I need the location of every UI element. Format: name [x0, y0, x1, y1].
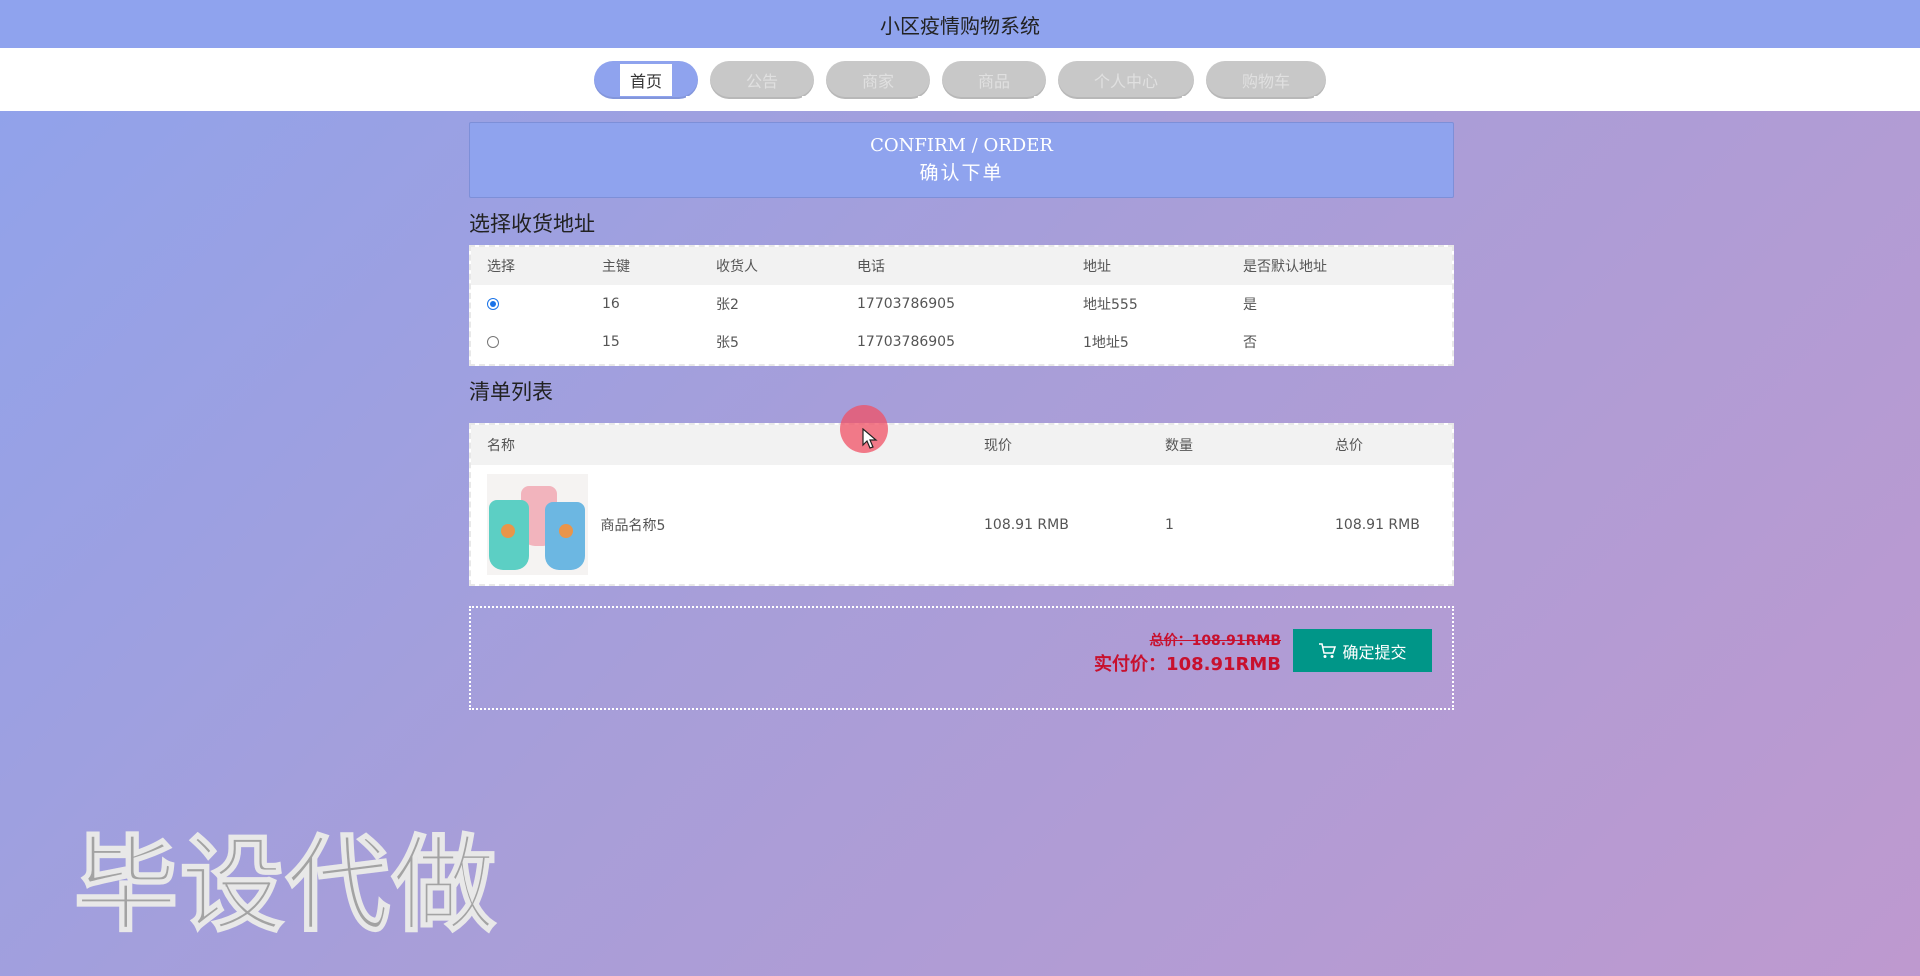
nav-item-home[interactable]: 首页: [594, 60, 698, 99]
column-header: 现价: [968, 425, 1149, 465]
column-header: 收货人: [700, 247, 841, 285]
address-radio-selected[interactable]: [487, 298, 499, 310]
nav-item-merchant[interactable]: 商家: [826, 60, 930, 99]
address-text: 地址555: [1083, 297, 1138, 313]
app-title: 小区疫情购物系统: [880, 13, 1040, 38]
product-qty: 1: [1165, 516, 1174, 533]
address-id: 15: [602, 334, 620, 350]
page-title-cn: 确认下单: [919, 162, 1004, 184]
column-header: 选择: [471, 247, 586, 285]
nav-indicator: [802, 95, 806, 98]
table-header-row: 选择 主键 收货人 电话 地址 是否默认地址: [471, 247, 1452, 285]
column-header: 数量: [1149, 425, 1319, 465]
product-name: 商品名称5: [600, 517, 666, 534]
submit-order-button[interactable]: 确定提交: [1293, 629, 1432, 672]
product-image[interactable]: [487, 474, 588, 575]
items-table: 名称 现价 数量 总价 商品名称5 108.91 RMB 1 108.91 RM…: [469, 423, 1454, 586]
column-header: 名称: [471, 425, 968, 465]
address-section-title: 选择收货地址: [469, 212, 595, 236]
nav-indicator: [918, 95, 922, 98]
address-text: 1地址5: [1083, 335, 1129, 351]
submit-order-label: 确定提交: [1342, 642, 1407, 662]
address-default: 否: [1243, 335, 1257, 351]
page-title-en: CONFIRM / ORDER: [870, 135, 1053, 156]
items-section-title: 清单列表: [469, 380, 553, 404]
top-bar: 小区疫情购物系统: [0, 0, 1920, 48]
table-row: 商品名称5 108.91 RMB 1 108.91 RMB: [471, 465, 1452, 584]
cursor-icon: [862, 428, 878, 449]
column-header: 地址: [1067, 247, 1227, 285]
nav-item-cart[interactable]: 购物车: [1206, 60, 1326, 99]
table-header-row: 名称 现价 数量 总价: [471, 425, 1452, 465]
table-row[interactable]: 15 张5 17703786905 1地址5 否: [471, 323, 1452, 361]
order-summary: 总价：108.91RMB 实付价：108.91RMB 确定提交: [469, 606, 1454, 710]
nav-item-label: 购物车: [1231, 63, 1300, 96]
address-name: 张2: [716, 297, 739, 313]
column-header: 是否默认地址: [1227, 247, 1452, 285]
product-price: 108.91 RMB: [984, 516, 1069, 533]
nav-item-label: 商家: [851, 63, 904, 96]
nav-indicator: [1034, 95, 1038, 98]
main-nav: 首页 公告 商家 商品 个人中心 购物车: [0, 48, 1920, 111]
address-phone: 17703786905: [857, 296, 955, 312]
nav-item-label: 首页: [619, 63, 672, 96]
product-total: 108.91 RMB: [1335, 516, 1420, 533]
nav-indicator: [686, 95, 690, 98]
nav-item-label: 商品: [967, 63, 1020, 96]
address-id: 16: [602, 296, 620, 312]
cart-icon: [1319, 642, 1337, 658]
nav-item-label: 公告: [735, 63, 788, 96]
address-name: 张5: [716, 335, 739, 351]
column-header: 总价: [1319, 425, 1452, 465]
address-table: 选择 主键 收货人 电话 地址 是否默认地址 16 张2 17703786905…: [469, 245, 1454, 366]
address-default: 是: [1243, 297, 1257, 313]
watermark: 毕设代做: [73, 823, 499, 947]
table-row[interactable]: 16 张2 17703786905 地址555 是: [471, 285, 1452, 323]
address-radio[interactable]: [487, 336, 499, 348]
nav-item-profile[interactable]: 个人中心: [1058, 60, 1194, 99]
nav-indicator: [1182, 95, 1186, 98]
actual-price: 实付价：108.91RMB: [1094, 654, 1281, 675]
nav-indicator: [1314, 95, 1318, 98]
column-header: 主键: [586, 247, 700, 285]
nav-item-goods[interactable]: 商品: [942, 60, 1046, 99]
column-header: 电话: [841, 247, 1067, 285]
page-header: CONFIRM / ORDER 确认下单: [469, 122, 1454, 198]
address-phone: 17703786905: [857, 334, 955, 350]
nav-item-label: 个人中心: [1083, 63, 1168, 96]
nav-item-notice[interactable]: 公告: [710, 60, 814, 99]
total-price: 总价：108.91RMB: [1149, 633, 1281, 649]
